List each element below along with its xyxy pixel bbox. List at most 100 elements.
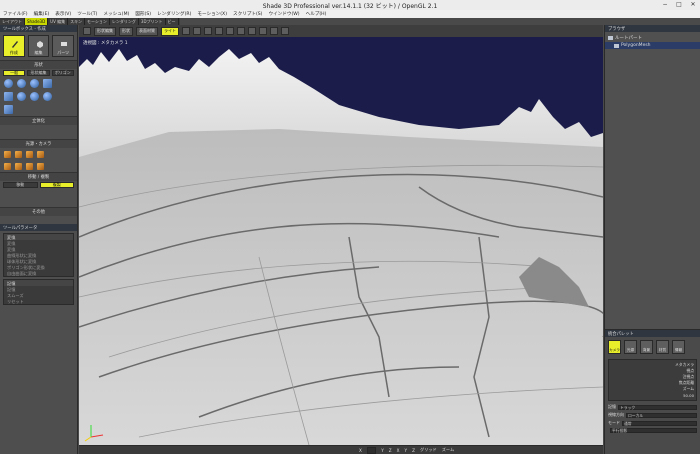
- render-icon[interactable]: [259, 27, 267, 35]
- section-form: 形状: [0, 60, 77, 69]
- status-field[interactable]: [366, 446, 377, 454]
- grid-icon[interactable]: [226, 27, 234, 35]
- tab-rendering[interactable]: レンダリング: [110, 18, 139, 25]
- sphere-icon[interactable]: [4, 79, 13, 88]
- form-polygon-button[interactable]: ポリゴン: [51, 70, 74, 76]
- tree-item-polygonmesh[interactable]: PolygonMesh: [605, 42, 700, 49]
- disk-icon[interactable]: [43, 92, 52, 101]
- close-button[interactable]: ✕: [686, 0, 700, 10]
- zoom-value[interactable]: 50.00: [683, 393, 694, 398]
- sphere-icon[interactable]: [17, 79, 26, 88]
- menu-file[interactable]: ファイル(F): [0, 11, 31, 17]
- camera-preview[interactable]: メタカメラ 視点 注視点 焦点距離 ズーム 50.00: [608, 359, 697, 401]
- tab-skin[interactable]: スキン: [68, 18, 85, 25]
- tab-3dprint[interactable]: 3Dプリント: [139, 18, 166, 25]
- shape-button[interactable]: 形状: [119, 26, 133, 36]
- maximize-button[interactable]: □: [672, 0, 686, 10]
- menu-bar: ファイル(F) 編集(E) 表示(V) ツール(T) メッシュ(M) 図形(S)…: [0, 10, 700, 18]
- camera-icon[interactable]: [270, 27, 278, 35]
- menu-shape[interactable]: 図形(S): [132, 11, 154, 17]
- primitive-icons: [0, 103, 77, 116]
- mode-edit-tab[interactable]: 編集: [27, 35, 50, 57]
- viewport-toolbar: 形状編集 形状 表面材質 ライト: [79, 25, 603, 37]
- window-titlebar: Shade 3D Professional ver.14.1.1 (32 ビット…: [0, 0, 700, 10]
- tab-material[interactable]: 材質: [656, 340, 669, 354]
- sun-icon[interactable]: [26, 163, 33, 170]
- property-field[interactable]: ローカル: [626, 412, 697, 418]
- display-icon[interactable]: [281, 27, 289, 35]
- mode-create-tab[interactable]: 作成: [3, 35, 25, 57]
- status-y: Y: [381, 447, 384, 453]
- menu-edit[interactable]: 編集(E): [31, 11, 53, 17]
- tab-uv-edit[interactable]: UV 編集: [48, 18, 69, 25]
- tab-background[interactable]: 背景: [640, 340, 653, 354]
- tree-item-root[interactable]: ルートパート: [605, 34, 700, 42]
- option-zoom[interactable]: ズーム: [683, 386, 694, 392]
- light-icon[interactable]: [4, 151, 11, 158]
- mesh-icon: [614, 43, 619, 48]
- property-field[interactable]: トラック: [618, 404, 697, 410]
- light-button[interactable]: ライト: [161, 26, 179, 36]
- toolbox-header: ツールボックス - 作成: [0, 25, 77, 32]
- pointlight-icon[interactable]: [26, 151, 33, 158]
- tab-more[interactable]: ビー: [166, 18, 179, 25]
- tab-motion[interactable]: モーション: [85, 18, 110, 25]
- axis-icon[interactable]: [248, 27, 256, 35]
- property-field[interactable]: 平行投影: [610, 428, 697, 433]
- spotlight-icon[interactable]: [15, 151, 22, 158]
- palette-header: 統合パレット: [605, 330, 700, 337]
- fit-icon[interactable]: [215, 27, 223, 35]
- workspace-tabs: レイアウト Shade3D UV 編集 スキン モーション レンダリング 3Dプ…: [0, 18, 180, 25]
- pan-icon[interactable]: [193, 27, 201, 35]
- property-row: 記憶 トラック: [605, 403, 700, 411]
- menu-view[interactable]: 表示(V): [52, 11, 74, 17]
- cube-icon[interactable]: [43, 79, 52, 88]
- 3d-viewport[interactable]: 形状編集 形状 表面材質 ライト 透視図: メタカメラ 1: [79, 25, 603, 445]
- tab-layout[interactable]: レイアウト: [0, 18, 25, 25]
- palette-tabs: カメラ 光源 背景 材質 情報: [605, 337, 700, 357]
- snap-icon[interactable]: [237, 27, 245, 35]
- window-title: Shade 3D Professional ver.14.1.1 (32 ビット…: [262, 3, 438, 10]
- material-button[interactable]: 表面材質: [136, 26, 158, 36]
- tab-shade3d[interactable]: Shade3D: [25, 18, 49, 25]
- torus-icon[interactable]: [30, 92, 39, 101]
- tab-camera[interactable]: カメラ: [608, 340, 621, 354]
- move-button[interactable]: 移動: [3, 182, 38, 188]
- property-row: モード 通常: [605, 419, 700, 427]
- form-general-button[interactable]: 一般: [3, 70, 26, 76]
- mode-parts-tab[interactable]: パーツ: [52, 35, 75, 57]
- box-icon[interactable]: [4, 105, 13, 114]
- menu-motion[interactable]: モーション(X): [194, 11, 230, 17]
- area-light-icon[interactable]: [4, 163, 11, 170]
- memory-list: 記憶 記憶 スムーズ リセット: [3, 279, 74, 305]
- sphere-icon[interactable]: [30, 79, 39, 88]
- minimize-button[interactable]: −: [658, 0, 672, 10]
- zoom-icon[interactable]: [182, 27, 190, 35]
- form-edit-button[interactable]: 形状編集: [27, 70, 50, 76]
- copy-button[interactable]: 複製: [39, 182, 74, 188]
- status-x2: X: [396, 447, 400, 453]
- list-item[interactable]: 自由曲面に変換: [4, 270, 73, 276]
- browser-header: ブラウザ: [605, 25, 700, 32]
- cylinder-icon[interactable]: [4, 92, 13, 101]
- list-item[interactable]: リセット: [4, 298, 73, 304]
- camera-icon[interactable]: [37, 151, 44, 158]
- tab-light[interactable]: 光源: [624, 340, 637, 354]
- property-field[interactable]: 通常: [622, 420, 697, 426]
- cone-icon[interactable]: [17, 92, 26, 101]
- view-options-icon[interactable]: [83, 27, 91, 35]
- menu-script[interactable]: スクリプト(S): [230, 11, 265, 17]
- menu-help[interactable]: ヘルプ(H): [303, 11, 330, 17]
- rotate-icon[interactable]: [204, 27, 212, 35]
- convert-list: 変換 変換 変換 曲線形状に変換 球体形状に変換 ポリゴン形状に変換 自由曲面に…: [3, 233, 74, 277]
- menu-mesh[interactable]: メッシュ(M): [100, 11, 132, 17]
- status-x: X: [359, 447, 362, 453]
- menu-render[interactable]: レンダリング(R): [154, 11, 194, 17]
- terrain-render: [79, 37, 603, 445]
- menu-window[interactable]: ウインドウ(W): [265, 11, 302, 17]
- shape-edit-button[interactable]: 形状編集: [94, 26, 116, 36]
- video-camera-icon[interactable]: [37, 163, 44, 170]
- menu-tools[interactable]: ツール(T): [74, 11, 100, 17]
- tab-info[interactable]: 情報: [672, 340, 685, 354]
- line-light-icon[interactable]: [15, 163, 22, 170]
